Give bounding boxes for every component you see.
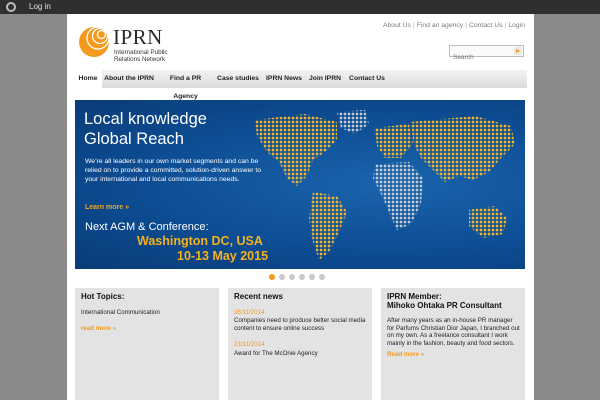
search-input[interactable]	[450, 52, 510, 63]
link-about-us[interactable]: About Us	[383, 22, 411, 29]
news-item-2[interactable]: Award for The McOnie Agency	[234, 350, 368, 358]
hero-agm-city: Washington DC, USA	[137, 234, 263, 248]
recent-news-box: Recent news 26/11/2014 Companies need to…	[228, 288, 372, 400]
hot-topics-text[interactable]: International Communication	[81, 309, 215, 317]
nav-about[interactable]: About the IPRN	[104, 70, 154, 88]
nav-iprn-news[interactable]: IPRN News	[264, 70, 304, 88]
slider-dot-2[interactable]	[279, 274, 285, 280]
nav-find-agency[interactable]: Find a PR Agency	[158, 70, 213, 100]
search-box	[449, 45, 524, 63]
link-find-agency[interactable]: Find an agency	[417, 22, 463, 29]
brand-tagline: International Public Relations Network	[114, 49, 168, 63]
link-login[interactable]: Login	[508, 22, 525, 29]
hero-body: We’re all leaders in our own market segm…	[85, 158, 262, 183]
member-title-1: IPRN Member:	[387, 292, 442, 301]
page-container: IPRN International Public Relations Netw…	[67, 14, 534, 400]
search-submit-icon[interactable]	[514, 47, 522, 55]
slider-dot-5[interactable]	[309, 274, 315, 280]
news-item-1[interactable]: Companies need to produce better social …	[234, 317, 368, 332]
member-read-more[interactable]: Read more »	[387, 351, 424, 358]
wordpress-icon[interactable]	[6, 2, 16, 12]
hero-headline-2: Global Reach	[84, 130, 184, 148]
utility-links: About Us | Find an agency | Contact Us | Login	[382, 22, 525, 29]
news-date-2: 21/11/2014	[234, 341, 265, 348]
nav-case-studies[interactable]: Case studies	[217, 70, 259, 88]
slider-dot-4[interactable]	[299, 274, 305, 280]
hot-topics-box: Hot Topics: International Communication …	[75, 288, 219, 400]
iprn-rings-icon	[79, 26, 110, 57]
member-text: After many years as an in-house PR manag…	[387, 317, 520, 347]
brand-name: IPRN	[113, 25, 163, 49]
link-contact-us[interactable]: Contact Us	[469, 22, 503, 29]
recent-news-title: Recent news	[234, 292, 283, 301]
site-logo[interactable]: IPRN International Public Relations Netw…	[74, 22, 224, 66]
slider-dot-1[interactable]	[269, 274, 275, 280]
admin-login-link[interactable]: Log in	[29, 1, 51, 13]
hero-banner[interactable]: Local knowledge Global Reach We’re all l…	[75, 100, 525, 269]
nav-join[interactable]: Join IPRN	[307, 70, 343, 88]
slider-dot-6[interactable]	[319, 274, 325, 280]
admin-bar: Log in	[0, 0, 600, 14]
member-box: IPRN Member: Mihoko Ohtaka PR Consultant…	[381, 288, 525, 400]
hot-topics-read-more[interactable]: read more »	[81, 325, 116, 332]
main-nav: Home About the IPRN Find a PR Agency Cas…	[74, 70, 527, 100]
slider-dot-3[interactable]	[289, 274, 295, 280]
member-title-2: Mihoko Ohtaka PR Consultant	[387, 301, 502, 310]
news-date-1: 26/11/2014	[234, 309, 265, 316]
nav-contact[interactable]: Contact Us	[345, 70, 389, 88]
nav-home[interactable]: Home	[74, 70, 102, 88]
hero-headline-1: Local knowledge	[84, 110, 207, 128]
hero-agm-label: Next AGM & Conference:	[85, 221, 209, 233]
hot-topics-title: Hot Topics:	[81, 292, 125, 301]
hero-agm-dates: 10-13 May 2015	[177, 249, 269, 263]
hero-learn-more-link[interactable]: Learn more »	[85, 204, 129, 211]
